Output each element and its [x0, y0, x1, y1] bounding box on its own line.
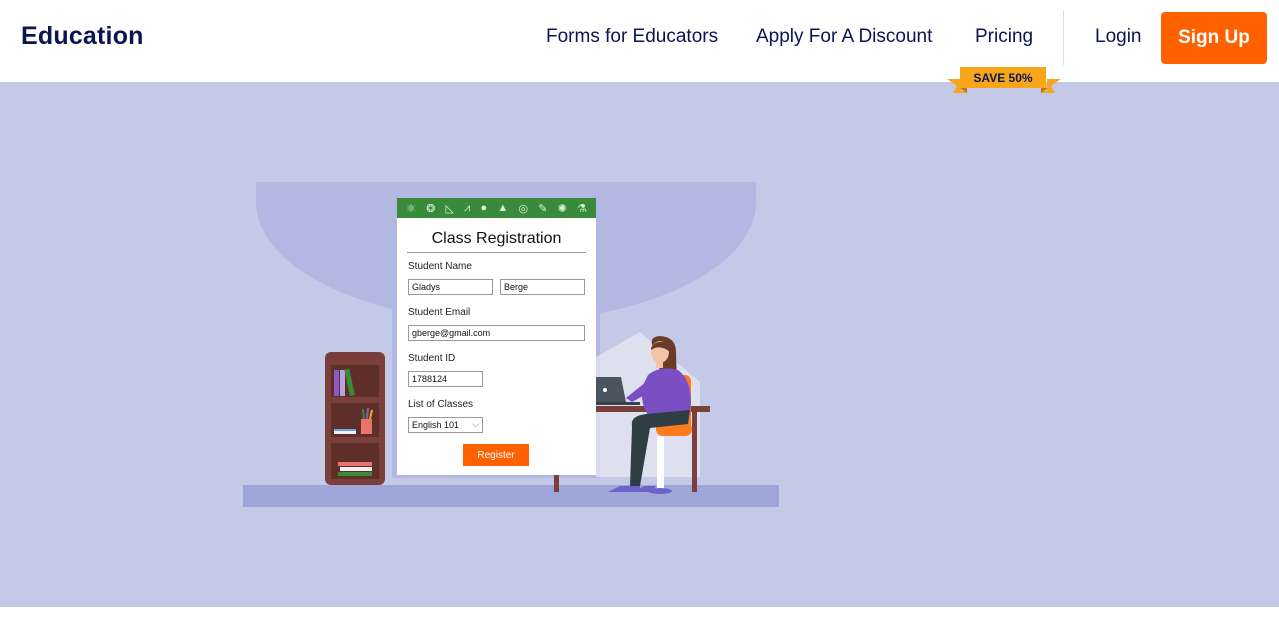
login-link[interactable]: Login — [1095, 26, 1142, 48]
apple-icon: ● — [480, 202, 488, 214]
pencil-icon: ✎ — [538, 202, 548, 215]
globe-icon: ◎ — [518, 202, 529, 215]
card-icon-strip: ⚛ ❂ ◺ ⩘ ● ▲ ◎ ✎ ✺ ⚗ — [397, 198, 596, 218]
nav-forms-for-educators[interactable]: Forms for Educators — [546, 26, 718, 48]
top-header: Education Forms for Educators Apply For … — [0, 0, 1279, 82]
last-name-field[interactable]: Berge — [500, 279, 585, 295]
student-name-label: Student Name — [408, 261, 472, 272]
compass-icon: ⩘ — [464, 201, 471, 214]
nav-pricing[interactable]: Pricing — [975, 26, 1033, 48]
email-field[interactable]: gberge@gmail.com — [408, 325, 585, 341]
bookshelf-icon — [325, 352, 385, 485]
hero-illustration — [243, 182, 779, 507]
nav-divider — [1063, 11, 1064, 65]
brand-logo[interactable]: Education — [21, 22, 144, 51]
atom-icon: ⚛ — [406, 202, 416, 215]
first-name-field[interactable]: Gladys — [408, 279, 493, 295]
lightbulb-icon: ✺ — [557, 202, 567, 215]
student-id-label: Student ID — [408, 353, 456, 364]
student-id-field[interactable]: 1788124 — [408, 371, 483, 387]
class-registration-form-card: ⚛ ❂ ◺ ⩘ ● ▲ ◎ ✎ ✺ ⚗ Class Registration S… — [397, 198, 596, 475]
save-50-badge[interactable]: SAVE 50% — [960, 67, 1046, 88]
flask-icon: ⚗ — [577, 202, 587, 215]
chevron-down-icon: ⌵ — [472, 419, 479, 429]
hero-illustration-area: ⚛ ❂ ◺ ⩘ ● ▲ ◎ ✎ ✺ ⚗ Class Registration S… — [0, 82, 1279, 607]
class-select-value: English 101 — [412, 420, 460, 430]
palette-icon: ❂ — [426, 202, 436, 215]
ruler-icon: ◺ — [445, 202, 454, 215]
student-email-label: Student Email — [408, 307, 471, 318]
form-title: Class Registration — [407, 230, 586, 253]
class-select[interactable]: English 101 ⌵ — [408, 417, 483, 433]
nav-apply-for-discount[interactable]: Apply For A Discount — [756, 26, 932, 48]
grad-cap-icon: ▲ — [497, 202, 509, 214]
signup-button[interactable]: Sign Up — [1161, 12, 1267, 64]
register-button[interactable]: Register — [463, 444, 529, 466]
list-of-classes-label: List of Classes — [408, 399, 474, 410]
